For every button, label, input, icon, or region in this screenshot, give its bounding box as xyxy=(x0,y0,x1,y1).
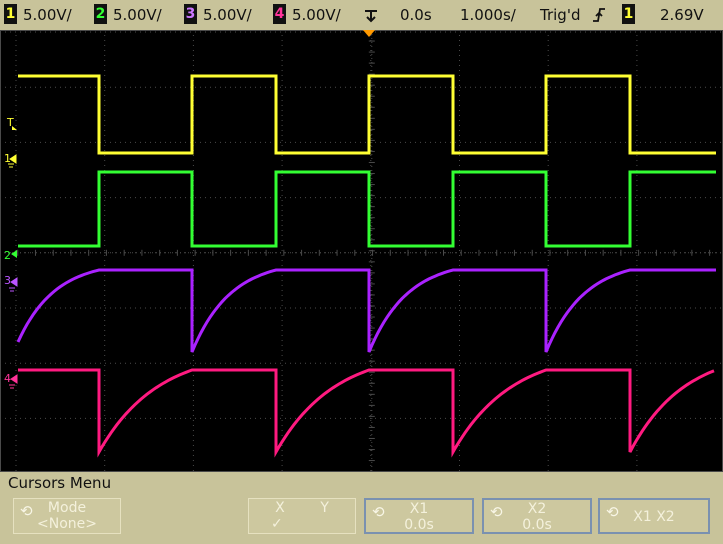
waveform-canvas: T 1 2 3 4 xyxy=(0,29,723,475)
channel-3-marker-label: 3 xyxy=(4,274,11,287)
channel-4-waveform xyxy=(18,368,715,458)
channel-2-ground-marker[interactable]: 2 xyxy=(4,249,17,262)
x2-softkey-value: 0.0s xyxy=(522,517,552,533)
timebase[interactable]: 1.000s/ xyxy=(460,4,516,26)
x2-softkey[interactable]: ⟲ X2 0.0s xyxy=(482,498,592,534)
status-bar: 1 5.00V/ 2 5.00V/ 3 5.00V/ 4 5.00V/ 0.0s 1.0… xyxy=(0,0,723,30)
channel-4-badge: 4 xyxy=(273,4,286,24)
channel-1-scale[interactable]: 1 5.00V/ xyxy=(4,4,72,26)
trigger-level[interactable]: 2.69V xyxy=(660,4,704,26)
xy-softkey-label: X Y xyxy=(275,500,329,516)
channel-3-ground-marker[interactable]: 3 xyxy=(4,274,18,292)
x1x2-softkey[interactable]: ⟲ X1 X2 xyxy=(598,498,710,534)
channel-3-waveform xyxy=(16,268,716,353)
graticule xyxy=(0,29,723,475)
channel-3-scale[interactable]: 3 5.00V/ xyxy=(184,4,252,26)
x1-softkey[interactable]: ⟲ X1 0.0s xyxy=(364,498,474,534)
channel-4-scale-value: 5.00V/ xyxy=(292,6,341,24)
trigger-level-marker[interactable]: T xyxy=(6,116,17,130)
channel-3-scale-value: 5.00V/ xyxy=(203,6,252,24)
trigger-source[interactable]: 1 xyxy=(622,4,641,26)
mode-softkey-label: Mode xyxy=(47,500,87,516)
mode-softkey[interactable]: ⟲ Mode <None> xyxy=(13,498,121,534)
channel-3-badge: 3 xyxy=(184,4,197,24)
mode-softkey-value: <None> xyxy=(37,516,97,532)
channel-4-scale[interactable]: 4 5.00V/ xyxy=(273,4,341,26)
channel-1-badge: 1 xyxy=(4,4,17,24)
rising-edge-icon xyxy=(592,6,606,28)
trigger-edge-icon xyxy=(364,6,378,28)
channel-2-scale-value: 5.00V/ xyxy=(113,6,162,24)
channel-1-scale-value: 5.00V/ xyxy=(23,6,72,24)
channel-4-marker-label: 4 xyxy=(4,372,11,385)
check-icon: ✓ xyxy=(271,516,283,532)
x1x2-softkey-label: X1 X2 xyxy=(633,509,675,525)
menu-title: Cursors Menu xyxy=(8,474,112,492)
channel-2-scale[interactable]: 2 5.00V/ xyxy=(94,4,162,26)
channel-2-badge: 2 xyxy=(94,4,107,24)
trigger-position-marker[interactable] xyxy=(363,30,375,37)
x1-softkey-value: 0.0s xyxy=(404,517,434,533)
channel-1-ground-marker[interactable]: 1 xyxy=(4,152,17,168)
xy-softkey[interactable]: X Y ✓ xyxy=(248,498,356,534)
channel-2-waveform xyxy=(18,170,716,248)
channel-4-ground-marker[interactable]: 4 xyxy=(4,372,18,389)
softkey-menu: Cursors Menu ⟲ Mode <None> X Y ✓ ⟲ X1 0.… xyxy=(0,472,723,544)
waveform-display[interactable]: T 1 2 3 4 xyxy=(0,29,723,475)
x2-softkey-label: X2 xyxy=(527,501,547,517)
x1-softkey-label: X1 xyxy=(409,501,429,517)
trigger-status: Trig'd xyxy=(540,6,581,24)
trigger-source-badge: 1 xyxy=(622,4,635,24)
channel-1-waveform xyxy=(18,74,716,155)
channel-2-marker-label: 2 xyxy=(4,249,11,262)
horizontal-delay[interactable]: 0.0s xyxy=(400,4,432,26)
